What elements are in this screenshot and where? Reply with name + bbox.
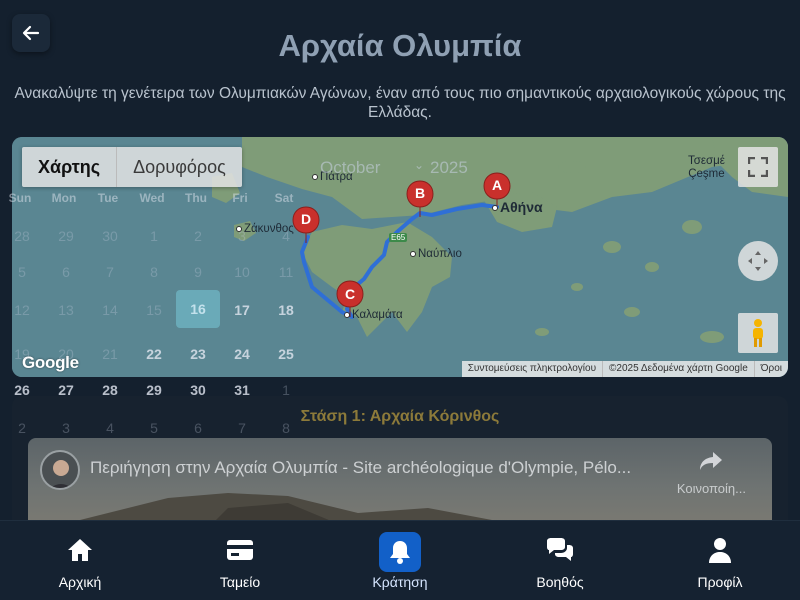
city-label: Αθήνα [492,199,543,215]
fullscreen-icon [748,157,768,177]
svg-text:A: A [492,177,502,193]
card-icon [227,539,253,560]
share-icon [700,452,723,470]
nav-assistant[interactable]: Βοηθός [480,521,640,600]
city-label: Τσεσμέ Çeşme [688,155,725,180]
fullscreen-button[interactable] [738,147,778,187]
calendar-day[interactable]: 8 [132,264,176,280]
calendar-day[interactable]: 25 [264,346,308,362]
user-icon [709,537,731,563]
calendar-day[interactable]: 2 [0,420,44,436]
calendar-day[interactable]: 2 [176,228,220,244]
calendar-day[interactable]: 6 [44,264,88,280]
calendar-day[interactable]: 8 [264,420,308,436]
calendar-day[interactable]: 5 [132,420,176,436]
calendar-day[interactable]: 23 [176,346,220,362]
calendar-weekday: Wed [139,191,165,205]
calendar-day[interactable]: 16 [176,290,220,328]
page-subtitle: Ανακαλύψτε τη γενέτειρα των Ολυμπιακών Α… [14,85,786,121]
calendar-day[interactable]: 24 [220,346,264,362]
calendar-day[interactable]: 14 [88,302,132,318]
calendar-day[interactable]: 4 [88,420,132,436]
nav-label: Κράτηση [372,573,428,590]
map-data-label: ©2025 Δεδομένα χάρτη Google [602,361,754,377]
calendar-day[interactable]: 29 [44,228,88,244]
calendar-day[interactable]: 30 [88,228,132,244]
video-title[interactable]: Περιήγηση στην Αρχαία Ολυμπία - Site arc… [90,458,670,478]
nav-label: Αρχική [58,573,102,590]
bell-icon [390,540,410,564]
keyboard-shortcuts-link[interactable]: Συντομεύσεις πληκτρολογίου [462,361,602,377]
calendar-day[interactable]: 29 [132,382,176,398]
home-icon [68,538,92,561]
calendar-weekday: Thu [185,191,207,205]
city-label: Καλαμάτα [344,309,403,321]
terms-link[interactable]: Όροι [753,361,788,377]
calendar-day[interactable]: 5 [0,264,44,280]
road-badge: E65 [389,233,408,242]
calendar-day[interactable]: 13 [44,302,88,318]
calendar-day[interactable]: 31 [220,382,264,398]
nav-home[interactable]: Αρχική [0,521,160,600]
calendar-day[interactable]: 26 [0,382,44,398]
calendar-day[interactable]: 30 [176,382,220,398]
calendar-weekday: Mon [51,191,77,205]
nav-label: Βοηθός [536,573,584,590]
chevron-down-icon[interactable]: ⌄ [414,158,424,172]
pegman-icon [753,319,763,347]
calendar-day[interactable]: 19 [0,346,44,362]
calendar-day[interactable]: 15 [132,302,176,318]
calendar-weekday: Sun [8,191,32,205]
calendar-day[interactable]: 27 [44,382,88,398]
nav-label: Ταμείο [219,573,261,590]
map-attribution: Συντομεύσεις πληκτρολογίου ©2025 Δεδομέν… [461,361,788,377]
calendar-day[interactable]: 3 [44,420,88,436]
calendar-day[interactable]: 18 [264,302,308,318]
nav-booking[interactable]: Κράτηση [320,521,480,600]
pan-arrows-icon [748,251,768,271]
calendar-day[interactable]: 7 [220,420,264,436]
city-label: Ναύπλιο [410,248,462,260]
calendar-day[interactable]: 1 [132,228,176,244]
calendar-day[interactable]: 9 [176,264,220,280]
svg-text:B: B [415,185,425,201]
calendar-day[interactable]: 17 [220,302,264,318]
nav-label: Προφίλ [697,573,743,590]
share-button[interactable]: Κοινοποίη... [677,450,746,496]
calendar-day[interactable]: 28 [0,228,44,244]
calendar-month[interactable]: October [320,158,380,178]
calendar-day[interactable]: 4 [264,228,308,244]
calendar-day[interactable]: 7 [88,264,132,280]
calendar-day[interactable]: 20 [44,346,88,362]
calendar-day[interactable]: 12 [0,302,44,318]
nav-profile[interactable]: Προφίλ [640,521,800,600]
page-title: Αρχαία Ολυμπία [278,28,522,63]
calendar-day[interactable]: 28 [88,382,132,398]
calendar-day[interactable]: 1 [264,382,308,398]
calendar-day[interactable]: 6 [176,420,220,436]
calendar-overlay: October ⌄ 2025 Sun Mon Tue Wed Thu Fri Sat 28 29… [0,150,468,440]
bottom-navigation: Αρχική Ταμείο Κράτηση Βοηθός Προφίλ [0,520,800,600]
calendar-day[interactable]: 10 [220,264,264,280]
calendar-day[interactable]: 22 [132,346,176,362]
calendar-weekday: Fri [232,191,248,205]
calendar-day[interactable]: 11 [264,264,308,280]
calendar-weekday: Tue [97,191,119,205]
nav-wallet[interactable]: Ταμείο [160,521,320,600]
pan-control-button[interactable] [738,241,778,281]
svg-text:C: C [345,286,355,302]
street-view-button[interactable] [738,313,778,353]
share-label: Κοινοποίη... [676,481,746,496]
calendar-day[interactable]: 3 [220,228,264,244]
calendar-weekday: Sat [274,191,294,205]
calendar-day[interactable]: 21 [88,346,132,362]
chat-icon [547,537,573,561]
channel-avatar[interactable] [40,450,80,490]
calendar-year[interactable]: 2025 [430,158,468,178]
